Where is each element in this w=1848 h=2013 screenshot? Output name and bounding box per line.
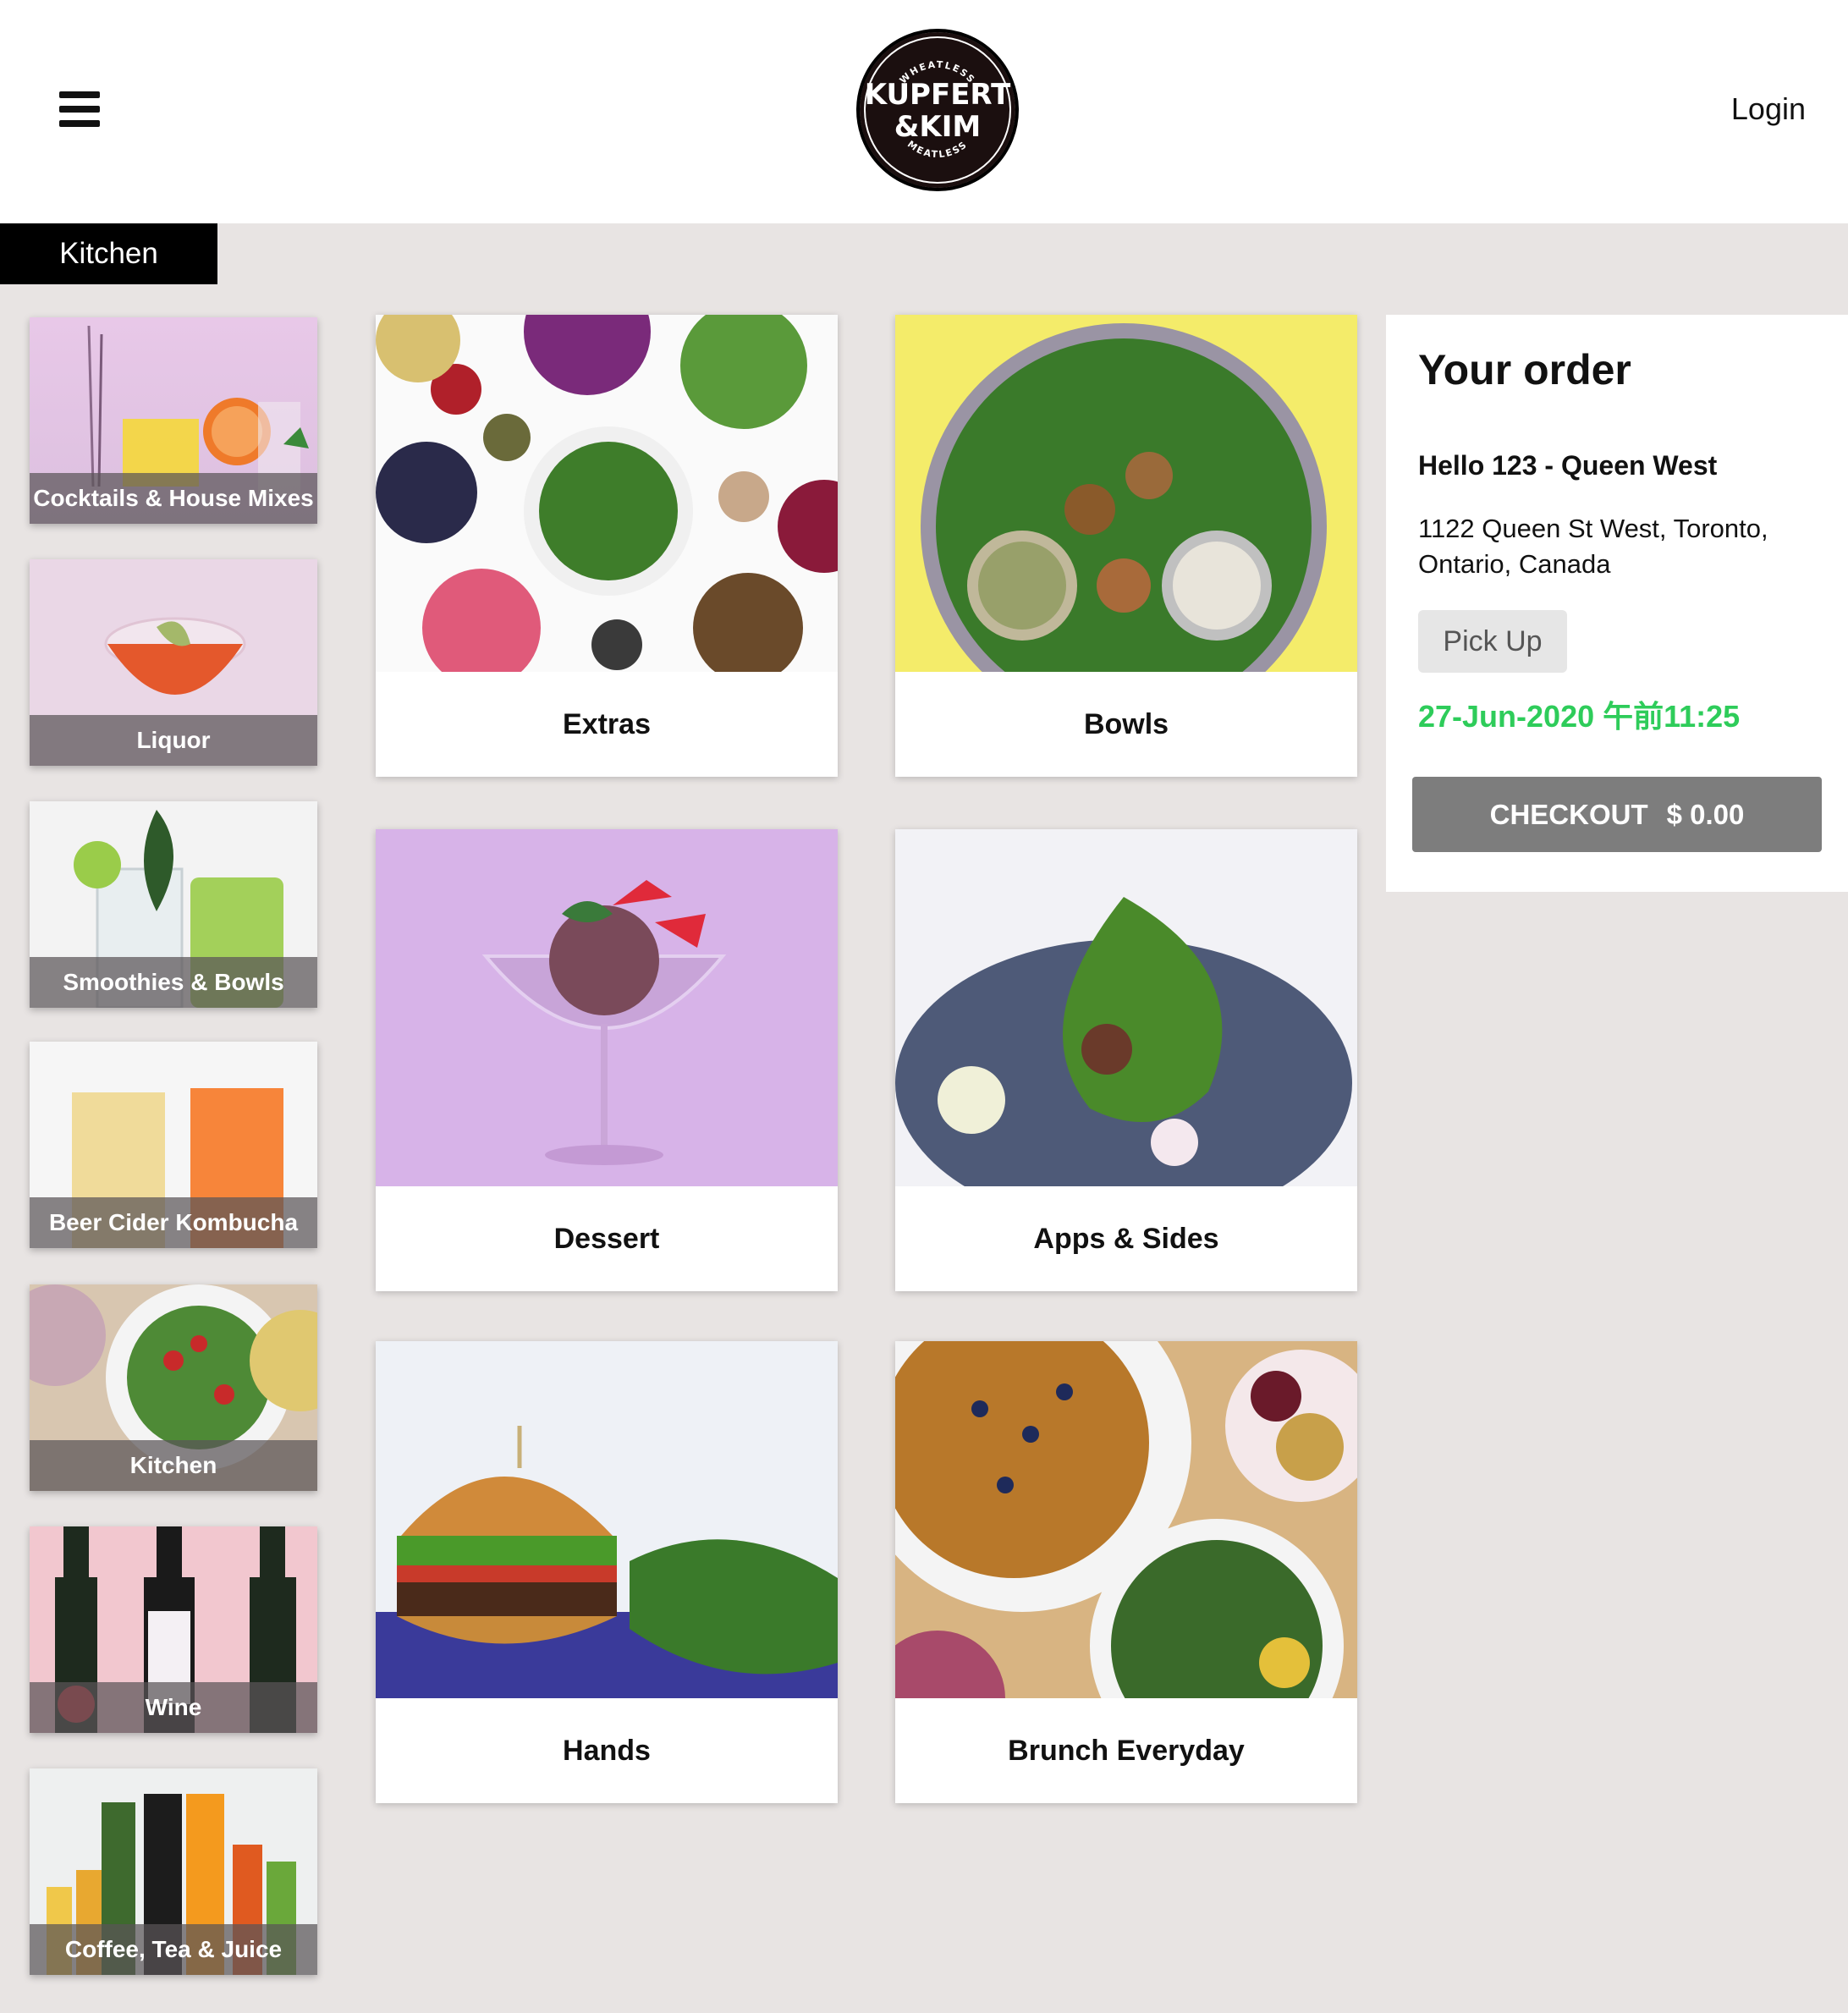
order-time[interactable]: 27-Jun-2020 午前11:25 [1418,692,1740,736]
brunch-image [895,1341,1357,1773]
sidebar-item-beer-cider-kombucha[interactable]: Beer Cider Kombucha [30,1042,317,1248]
brand-logo[interactable]: WHEATLESS MEATLESS KUPFERT &KIM [856,29,1019,191]
sidebar-item-wine[interactable]: Wine [30,1526,317,1733]
sidebar-item-label: Smoothies & Bowls [30,957,317,1008]
category-label: Dessert [553,1222,660,1255]
apps-sides-image [895,829,1357,1227]
extras-image [376,315,838,687]
category-card-brunch-everyday[interactable]: Brunch Everyday [895,1341,1357,1803]
order-panel: Your order Hello 123 - Queen West 1122 Q… [1386,315,1848,892]
sidebar-item-label: Coffee, Tea & Juice [30,1924,317,1975]
category-label: Apps & Sides [1033,1222,1219,1255]
category-card-apps-sides[interactable]: Apps & Sides [895,829,1357,1291]
category-card-bowls[interactable]: Bowls [895,315,1357,777]
category-card-hands[interactable]: Hands [376,1341,838,1803]
category-label: Hands [563,1734,651,1767]
sidebar-item-label: Kitchen [30,1440,317,1491]
hands-image [376,1341,838,1698]
category-card-extras[interactable]: Extras [376,315,838,777]
bowls-image [895,315,1357,729]
sidebar-item-label: Wine [30,1682,317,1733]
sidebar-item-coffee-tea-juice[interactable]: Coffee, Tea & Juice [30,1768,317,1975]
header: WHEATLESS MEATLESS KUPFERT &KIM Login [0,0,1848,223]
sidebar-item-label: Cocktails & House Mixes [30,473,317,524]
login-link[interactable]: Login [1731,91,1806,127]
checkout-button[interactable]: CHECKOUT $ 0.00 [1412,777,1822,852]
sidebar-item-cocktails[interactable]: Cocktails & House Mixes [30,317,317,524]
sidebar-item-kitchen[interactable]: Kitchen [30,1284,317,1491]
sidebar-item-liquor[interactable]: Liquor [30,559,317,766]
location-tab-kitchen[interactable]: Kitchen [0,223,217,284]
dessert-image [376,829,838,1186]
sidebar-item-smoothies[interactable]: Smoothies & Bowls [30,801,317,1008]
category-label: Bowls [1083,707,1169,740]
menu-icon[interactable] [59,91,100,127]
checkout-label: CHECKOUT [1489,798,1648,830]
checkout-amount: $ 0.00 [1666,798,1745,830]
order-address: 1122 Queen St West, Toronto, Ontario, Ca… [1418,514,1768,579]
logo-wordmark: KUPFERT &KIM [864,78,1011,144]
sidebar-item-label: Beer Cider Kombucha [30,1197,317,1248]
category-card-dessert[interactable]: Dessert [376,829,838,1291]
pickup-button[interactable]: Pick Up [1418,610,1567,673]
sidebar-item-label: Liquor [30,715,317,766]
order-store-name: Hello 123 - Queen West [1418,450,1718,481]
order-title: Your order [1418,346,1631,393]
category-label: Brunch Everyday [1008,1734,1245,1767]
category-label: Extras [563,707,651,740]
